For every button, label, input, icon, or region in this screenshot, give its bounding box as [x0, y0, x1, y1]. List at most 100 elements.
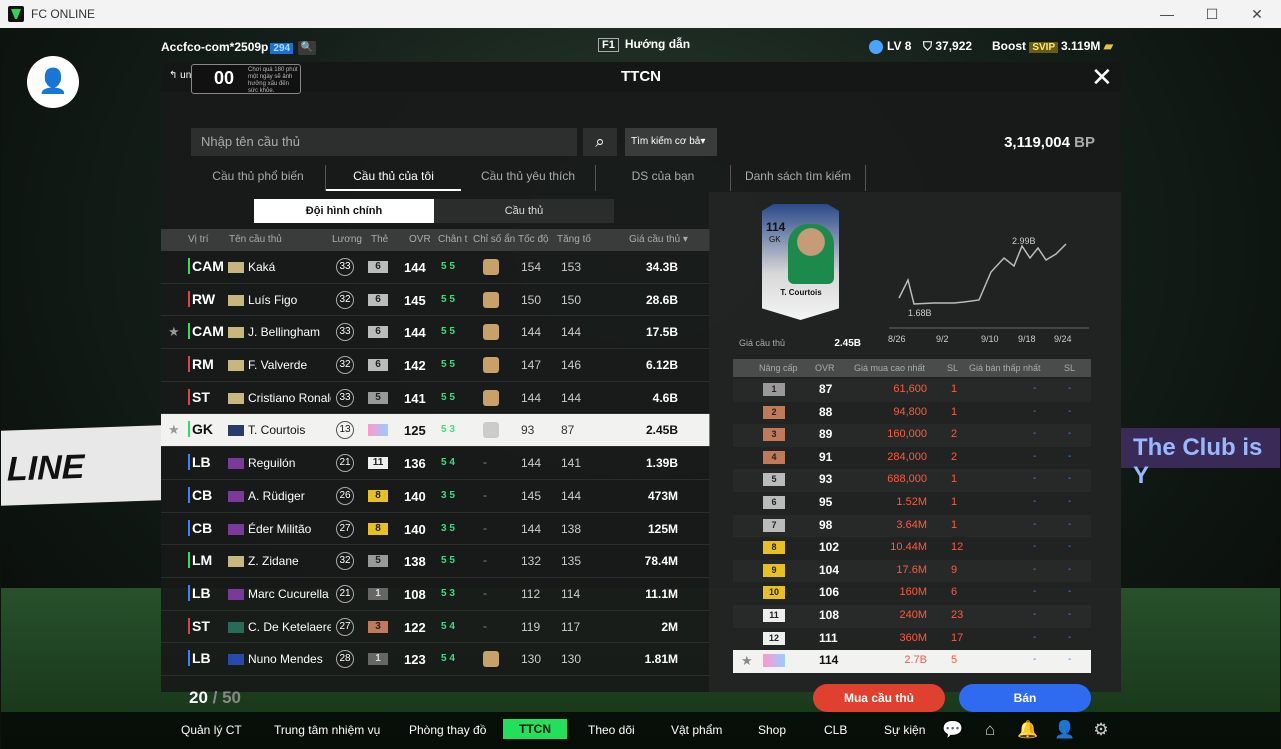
tab-your-list[interactable]: DS của bạn: [596, 165, 731, 191]
table-row[interactable]: 10 106 160M 6 - -: [733, 582, 1091, 605]
player-foot: 5 5: [441, 326, 455, 338]
close-icon[interactable]: ✕: [1091, 64, 1113, 90]
gear-icon[interactable]: ⚙: [1091, 720, 1111, 740]
user-icon[interactable]: 👤: [1054, 720, 1075, 740]
nav-ttcn[interactable]: TTCN: [503, 719, 567, 739]
table-row[interactable]: ★ CAM J. Bellingham 33 6 144 5 5 144 144 17.5B: [161, 316, 710, 350]
coin-icon: ⛉: [923, 39, 936, 53]
row-sell-qty: -: [1068, 541, 1072, 553]
col-chem[interactable]: Chỉ số ẩn: [473, 234, 515, 245]
trait-empty: -: [483, 487, 487, 502]
table-row[interactable]: LM Z. Zidane 32 5 138 5 5 - 132 135 78.4M: [161, 545, 710, 578]
table-row[interactable]: 11 108 240M 23 - -: [733, 605, 1091, 628]
star-icon: ★: [741, 653, 753, 669]
upgrade-level: 3: [763, 428, 785, 442]
table-row[interactable]: 6 95 1.52M 1 - -: [733, 492, 1091, 515]
player-speed: 130: [521, 652, 542, 667]
table-row[interactable]: ST Cristiano Ronaldo 33 5 141 5 5 144 144 4.6B: [161, 382, 710, 415]
star-icon[interactable]: ★: [168, 422, 180, 438]
table-row[interactable]: RM F. Valverde 32 6 142 5 5 147 146 6.12B: [161, 349, 710, 382]
table-row-selected[interactable]: ★ GK T. Courtois 13 125 5 3 93 87 2.45B: [161, 414, 710, 448]
trait-icon: [483, 324, 499, 341]
player-name: C. De Ketelaere: [248, 619, 331, 634]
nav-locker-room[interactable]: Phòng thay đồ: [409, 723, 486, 737]
col-speed[interactable]: Tốc độ: [518, 234, 549, 245]
home-icon[interactable]: ⌂: [980, 720, 1000, 740]
subtab-players[interactable]: Cầu thủ: [434, 199, 614, 223]
bell-icon[interactable]: 🔔: [1017, 720, 1038, 740]
table-row[interactable]: CB A. Rüdiger 26 8 140 3 5 - 145 144 473M: [161, 480, 710, 513]
col-name[interactable]: Tên cầu thủ: [229, 234, 282, 245]
season-icon: [228, 588, 244, 600]
row-price: 688,000: [887, 473, 927, 486]
profile-avatar-icon[interactable]: 👤: [27, 56, 79, 108]
table-row[interactable]: 12 111 360M 17 - -: [733, 628, 1091, 651]
buy-player-button[interactable]: Mua cầu thủ: [813, 684, 945, 712]
player-wage: 21: [336, 584, 354, 603]
table-row[interactable]: LB Reguilón 21 11 136 5 4 - 144 141 1.39B: [161, 447, 710, 480]
player-foot: 5 4: [441, 457, 455, 469]
player-wage: 32: [336, 356, 354, 375]
tab-favorites[interactable]: Cầu thủ yêu thích: [461, 165, 596, 191]
player-wage: 33: [336, 323, 354, 342]
table-row[interactable]: RW Luís Figo 32 6 145 5 5 150 150 28.6B: [161, 284, 710, 317]
col-foot[interactable]: Chân t: [438, 234, 467, 245]
chat-icon[interactable]: 💬: [942, 720, 963, 740]
player-speed: 150: [521, 292, 542, 307]
nav-squad[interactable]: Quản lý CT: [181, 723, 242, 737]
search-mode-dropdown[interactable]: Tìm kiếm cơ bả▾: [625, 128, 717, 156]
player-table-body: CAM Kaká 33 6 144 5 5 154 153 34.3B RW Luís Figo 3…: [161, 251, 710, 676]
player-card[interactable]: 114 GK T. Courtois: [762, 204, 839, 320]
table-row[interactable]: LB Marc Cucurella 21 1 108 5 3-112 114 11.1M: [161, 578, 710, 611]
minimize-icon[interactable]: —: [1156, 4, 1178, 24]
account-search-icon[interactable]: 🔍: [298, 40, 317, 55]
nav-events[interactable]: Sự kiện: [884, 723, 925, 737]
table-row[interactable]: 2 88 94,800 1 - -: [733, 402, 1091, 425]
player-accel: 146: [561, 358, 582, 373]
star-icon[interactable]: ★: [168, 324, 180, 340]
table-row-selected[interactable]: ★ 114 2.7B 5 - -: [733, 650, 1091, 673]
row-qty: 23: [951, 609, 964, 621]
col-price[interactable]: Giá cầu thủ ▾: [629, 234, 688, 245]
table-row[interactable]: 8 102 10.44M 12 - -: [733, 537, 1091, 560]
table-row[interactable]: CAM Kaká 33 6 144 5 5 154 153 34.3B: [161, 251, 710, 284]
table-row[interactable]: 3 89 160,000 2 - -: [733, 424, 1091, 447]
table-row[interactable]: LB Nuno Mendes 28 1 123 5 4 130 130 1.81M: [161, 643, 710, 676]
tab-my-players[interactable]: Cầu thủ của tôi: [326, 165, 461, 191]
player-search-input[interactable]: Nhập tên cầu thủ: [191, 128, 577, 156]
table-row[interactable]: 1 87 61,600 1 - -: [733, 379, 1091, 402]
row-ovr: 108: [819, 608, 840, 622]
nav-club[interactable]: CLB: [824, 723, 847, 737]
maximize-icon[interactable]: ☐: [1201, 4, 1223, 24]
col-accel[interactable]: Tăng tố: [557, 234, 591, 245]
row-price: 94,800: [893, 405, 927, 418]
subtab-main-squad[interactable]: Đội hình chính: [254, 199, 434, 223]
table-row[interactable]: 9 104 17.6M 9 - -: [733, 560, 1091, 583]
table-row[interactable]: 7 98 3.64M 1 - -: [733, 515, 1091, 538]
row-ovr: 93: [819, 472, 833, 487]
search-icon[interactable]: ⌕: [583, 128, 617, 156]
guide-button[interactable]: F1 Hướng dẫn: [598, 37, 690, 52]
boost-indicator[interactable]: Boost SVIP: [992, 39, 1059, 53]
table-row[interactable]: 4 91 284,000 2 - -: [733, 447, 1091, 470]
player-ovr: 140: [404, 488, 426, 504]
table-row[interactable]: ST C. De Ketelaere 27 3 122 5 4 - 119 117 2M: [161, 611, 710, 644]
tab-search-list[interactable]: Danh sách tìm kiếm: [731, 165, 866, 191]
sell-button[interactable]: Bán: [959, 684, 1091, 712]
table-row[interactable]: 5 93 688,000 1 - -: [733, 469, 1091, 492]
nav-shop[interactable]: Shop: [758, 723, 786, 737]
nav-items[interactable]: Vật phẩm: [671, 723, 722, 737]
col-wage[interactable]: Lương: [332, 234, 362, 245]
col-season[interactable]: Thẻ: [371, 234, 388, 245]
nav-missions[interactable]: Trung tâm nhiệm vụ: [274, 723, 380, 737]
player-name: Luís Figo: [248, 292, 298, 307]
col-pos[interactable]: Vị trí: [188, 234, 209, 245]
close-window-icon[interactable]: ✕: [1246, 4, 1268, 24]
col-ovr[interactable]: OVR: [409, 234, 431, 245]
tab-popular[interactable]: Cầu thủ phổ biến: [191, 165, 326, 191]
nav-watchlist[interactable]: Theo dõi: [588, 723, 635, 737]
bottom-nav: Quản lý CT Trung tâm nhiệm vụ Phòng thay…: [1, 712, 1280, 749]
player-price: 78.4M: [644, 554, 678, 569]
player-wage: 32: [336, 552, 354, 571]
table-row[interactable]: CB Éder Militão 27 8 140 3 5 - 144 138 125M: [161, 513, 710, 546]
